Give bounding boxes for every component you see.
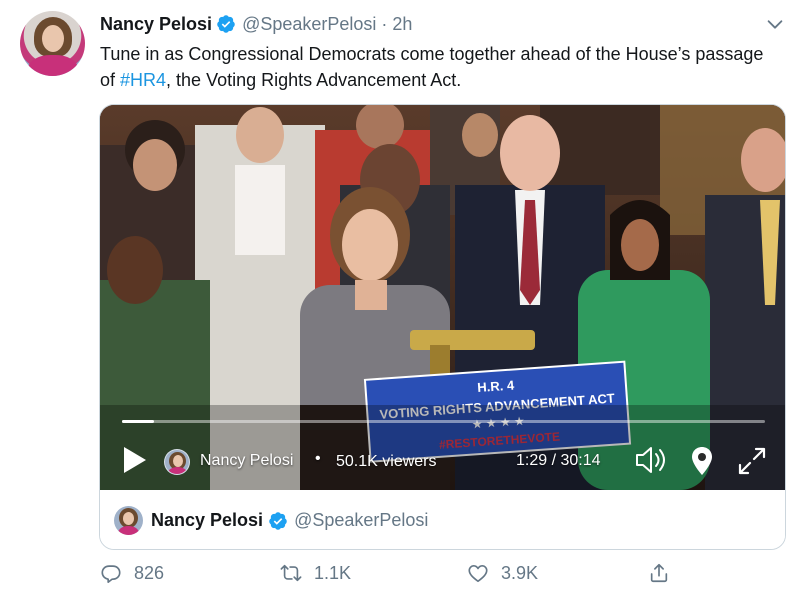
video-frame: H.R. 4 VOTING RIGHTS ADVANCEMENT ACT ★ ★… xyxy=(100,105,785,490)
play-icon[interactable] xyxy=(122,445,148,475)
card-author-row[interactable]: Nancy Pelosi @SpeakerPelosi xyxy=(100,490,785,549)
video-player[interactable]: H.R. 4 VOTING RIGHTS ADVANCEMENT ACT ★ ★… xyxy=(100,105,785,490)
video-timecode: 1:29 / 30:14 xyxy=(516,452,601,469)
video-progress-fill xyxy=(122,420,155,423)
reply-icon xyxy=(101,565,121,583)
broadcaster-name[interactable]: Nancy Pelosi xyxy=(200,452,293,470)
card-avatar-body xyxy=(118,526,139,535)
tweet-text-after: , the Voting Rights Advancement Act. xyxy=(166,70,462,90)
like-count: 3.9K xyxy=(501,562,539,583)
tweet-header: Nancy Pelosi @SpeakerPelosi · 2h xyxy=(100,12,412,36)
tweet-timestamp[interactable]: 2h xyxy=(392,14,412,35)
live-separator: • xyxy=(315,450,321,467)
like-button[interactable]: 3.9K xyxy=(467,562,538,584)
tweet-text: Tune in as Congressional Democrats come … xyxy=(100,41,780,93)
volume-icon[interactable] xyxy=(634,443,670,477)
viewer-count: 50.1K viewers xyxy=(336,453,437,470)
reply-count: 826 xyxy=(134,562,165,583)
fullscreen-icon[interactable] xyxy=(736,445,768,477)
header-separator: · xyxy=(381,13,388,34)
card-avatar-face xyxy=(123,512,134,525)
avatar-body xyxy=(28,55,78,76)
broadcaster-avatar-face xyxy=(173,455,183,467)
location-pin-icon[interactable] xyxy=(690,445,714,477)
retweet-button[interactable]: 1.1K xyxy=(280,562,351,584)
video-progress-bar[interactable] xyxy=(122,420,765,423)
author-name[interactable]: Nancy Pelosi xyxy=(100,14,212,35)
tweet-action-bar: 826 1.1K 3.9K xyxy=(100,562,680,592)
author-handle[interactable]: @SpeakerPelosi xyxy=(242,14,376,35)
sign-line-1: H.R. 4 xyxy=(477,377,516,395)
avatar-face xyxy=(42,25,64,52)
hashtag-link[interactable]: #HR4 xyxy=(120,70,166,90)
author-avatar[interactable] xyxy=(20,11,85,76)
broadcaster-avatar[interactable] xyxy=(164,449,190,475)
verified-badge-icon xyxy=(216,14,236,34)
share-button[interactable] xyxy=(648,562,682,584)
verified-badge-icon xyxy=(268,511,288,531)
chevron-down-icon[interactable] xyxy=(764,13,786,35)
card-author-name[interactable]: Nancy Pelosi xyxy=(151,510,263,531)
broadcaster-avatar-body xyxy=(168,467,187,474)
card-author-avatar[interactable] xyxy=(114,506,143,535)
retweet-count: 1.1K xyxy=(314,562,352,583)
retweet-icon xyxy=(280,564,302,582)
reply-button[interactable]: 826 xyxy=(100,562,164,584)
card-author-handle[interactable]: @SpeakerPelosi xyxy=(294,510,428,531)
media-card: H.R. 4 VOTING RIGHTS ADVANCEMENT ACT ★ ★… xyxy=(99,104,786,550)
like-icon xyxy=(468,565,488,583)
share-icon xyxy=(650,563,668,583)
